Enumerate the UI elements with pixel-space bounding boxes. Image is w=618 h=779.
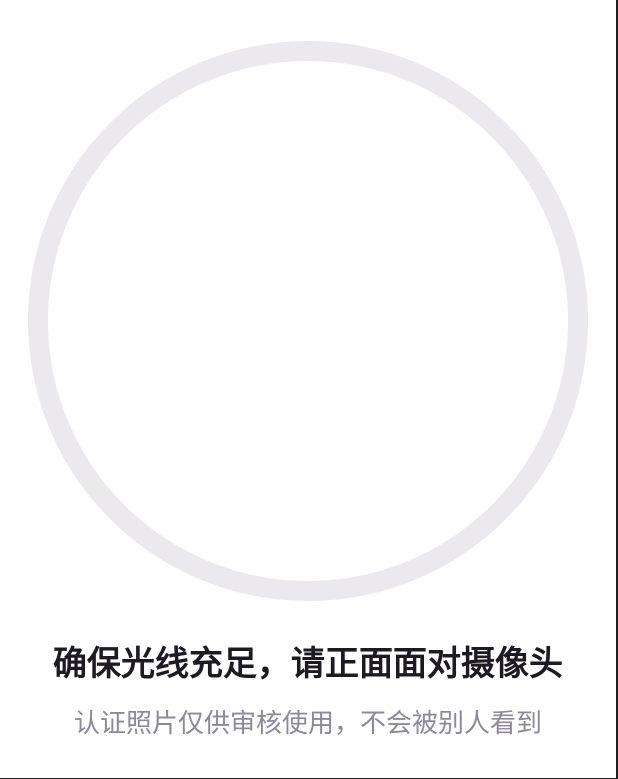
camera-preview-circle bbox=[28, 41, 588, 601]
instruction-title: 确保光线充足，请正面面对摄像头 bbox=[53, 644, 563, 684]
face-verification-screen: 确保光线充足，请正面面对摄像头 认证照片仅供审核使用，不会被别人看到 bbox=[0, 0, 618, 779]
privacy-note: 认证照片仅供审核使用，不会被别人看到 bbox=[73, 709, 542, 739]
